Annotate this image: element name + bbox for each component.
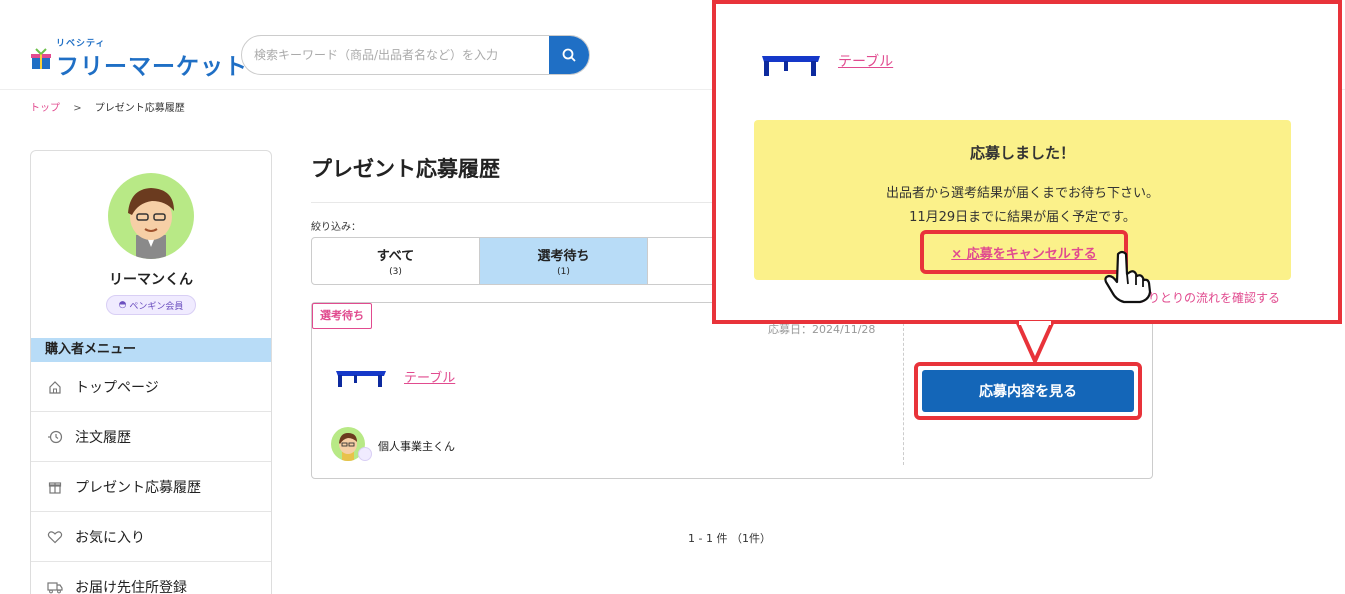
user-name: リーマンくん	[109, 272, 193, 288]
search-bar	[241, 35, 590, 75]
notice-message: 出品者から選考結果が届くまでお待ち下さい。	[885, 186, 1159, 201]
tab-pending[interactable]: 選考待ち (1)	[480, 238, 648, 284]
gift-icon	[47, 479, 63, 495]
tab-all[interactable]: すべて (3)	[312, 238, 480, 284]
sidebar-item-order-history[interactable]: 注文履歴	[31, 412, 271, 462]
item-name-link[interactable]: テーブル	[404, 367, 455, 386]
sidebar-item-label: お気に入り	[75, 529, 145, 546]
truck-icon	[47, 579, 63, 594]
sidebar-item-present-history[interactable]: プレゼント応募履歴	[31, 462, 271, 512]
breadcrumb-separator: >	[73, 103, 82, 114]
callout-pointer	[1015, 321, 1055, 363]
seller-name: 個人事業主くん	[378, 440, 455, 453]
application-detail-callout: テーブル 応募しました！ 出品者から選考結果が届くまでお待ち下さい。 11月29…	[712, 0, 1342, 324]
view-application-button[interactable]: 応募内容を見る	[922, 370, 1134, 412]
sidebar-item-address[interactable]: お届け先住所登録	[31, 562, 271, 594]
tab-count: (3)	[389, 267, 402, 277]
tab-label: 選考待ち	[537, 249, 590, 264]
tab-count: (1)	[557, 267, 570, 277]
status-badge: 選考待ち	[312, 303, 372, 329]
buyer-menu-header: 購入者メニュー	[31, 338, 271, 362]
member-badge-label: ペンギン会員	[129, 301, 184, 312]
popup-item-name-link[interactable]: テーブル	[838, 51, 893, 71]
page-title: プレゼント応募履歴	[311, 157, 500, 181]
member-badge: ◓ ペンギン会員	[106, 295, 196, 315]
logo-text: フリーマーケット	[56, 54, 248, 80]
avatar-illustration	[128, 188, 174, 259]
user-avatar	[108, 173, 194, 259]
search-input[interactable]	[242, 36, 551, 74]
card-divider	[903, 323, 904, 465]
home-icon	[47, 379, 63, 395]
sidebar-item-top-page[interactable]: トップページ	[31, 362, 271, 412]
seller-member-badge	[358, 447, 372, 461]
cancel-application-link[interactable]: × 応募をキャンセルする	[951, 243, 1096, 262]
breadcrumb-current: プレゼント応募履歴	[94, 103, 185, 114]
penguin-icon: ◓	[118, 300, 127, 310]
pagination-summary: 1 - 1 件 （1件）	[688, 532, 771, 545]
sidebar-item-label: プレゼント応募履歴	[75, 479, 201, 496]
notice-deadline: 11月29日までに結果が届く予定です。	[909, 210, 1136, 225]
search-button[interactable]	[549, 36, 589, 74]
user-sidebar: リーマンくん ◓ ペンギン会員 購入者メニュー トップページ 注文履歴 プレゼン…	[30, 150, 272, 594]
sidebar-item-label: 注文履歴	[75, 429, 131, 446]
notice-title: 応募しました！	[969, 144, 1075, 162]
filter-label: 絞り込み：	[311, 222, 361, 233]
search-icon	[562, 48, 576, 62]
table-item-image[interactable]	[334, 367, 388, 389]
cancel-link-highlight: × 応募をキャンセルする	[920, 230, 1128, 274]
gift-logo-icon	[31, 48, 51, 69]
sidebar-item-label: トップページ	[75, 379, 159, 396]
table-item-image[interactable]	[760, 51, 822, 77]
application-complete-notice: 応募しました！ 出品者から選考結果が届くまでお待ち下さい。 11月29日までに結…	[754, 120, 1291, 280]
tab-label: すべて	[376, 249, 415, 264]
hand-pointer-icon	[1104, 250, 1152, 304]
site-logo[interactable]: リベシティ フリーマーケット	[30, 36, 247, 80]
sidebar-item-favorites[interactable]: お気に入り	[31, 512, 271, 562]
view-button-highlight: 応募内容を見る	[914, 362, 1142, 420]
breadcrumb: トップ > プレゼント応募履歴	[30, 99, 185, 114]
history-icon	[47, 429, 63, 445]
sidebar-item-label: お届け先住所登録	[75, 579, 187, 594]
breadcrumb-home-link[interactable]: トップ	[30, 103, 60, 114]
heart-icon	[47, 529, 63, 545]
